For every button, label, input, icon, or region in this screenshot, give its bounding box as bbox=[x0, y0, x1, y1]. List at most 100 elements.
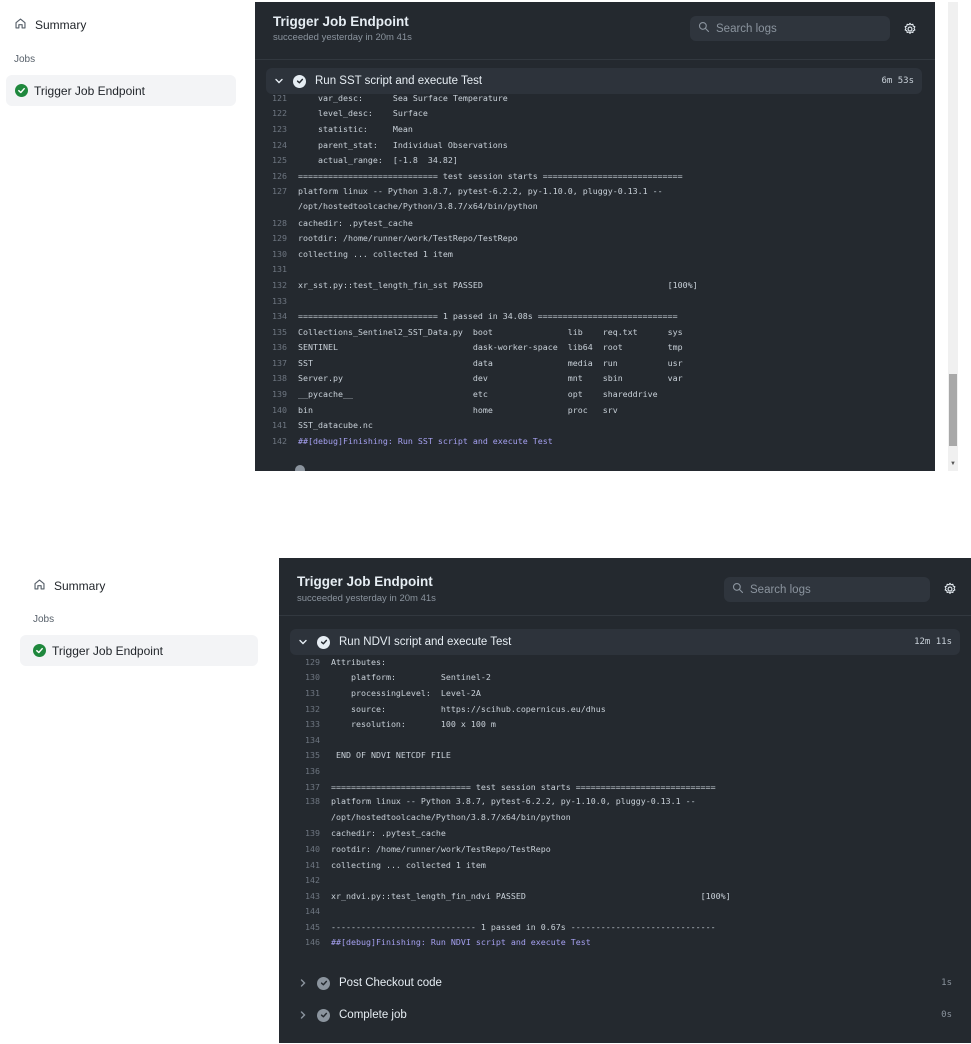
gear-icon[interactable] bbox=[943, 582, 957, 596]
line-number[interactable]: 131 bbox=[299, 688, 331, 698]
job-title: Trigger Job Endpoint bbox=[297, 574, 433, 589]
line-number[interactable]: 144 bbox=[299, 906, 331, 916]
log-line: 144 bbox=[299, 904, 949, 920]
search-logs-input[interactable]: Search logs bbox=[690, 16, 890, 41]
line-number[interactable]: 141 bbox=[299, 860, 331, 870]
line-number[interactable]: 133 bbox=[299, 719, 331, 729]
line-number[interactable]: 136 bbox=[266, 342, 298, 352]
next-step-partial bbox=[295, 465, 305, 471]
line-number[interactable]: 136 bbox=[299, 766, 331, 776]
line-number[interactable]: 135 bbox=[266, 327, 298, 337]
log-line: 131 processingLevel: Level-2A bbox=[299, 685, 949, 701]
search-placeholder: Search logs bbox=[716, 22, 777, 35]
line-text: rootdir: /home/runner/work/TestRepo/Test… bbox=[331, 843, 551, 854]
line-number[interactable]: 142 bbox=[299, 875, 331, 885]
line-text: ----------------------------- 1 passed i… bbox=[331, 921, 716, 932]
line-number[interactable]: 142 bbox=[266, 436, 298, 446]
line-number[interactable]: 143 bbox=[299, 891, 331, 901]
step-title: Complete job bbox=[339, 1009, 407, 1021]
line-number[interactable]: 130 bbox=[266, 249, 298, 259]
line-number[interactable]: 123 bbox=[266, 124, 298, 134]
log-line: 134 ============================ 1 passed… bbox=[266, 308, 916, 324]
line-text: bin home proc srv bbox=[298, 404, 618, 415]
line-text: resolution: 100 x 100 m bbox=[331, 719, 496, 730]
sidebar-job-item[interactable]: Trigger Job Endpoint bbox=[6, 75, 236, 106]
line-number[interactable]: 137 bbox=[299, 782, 331, 792]
log-line: 142 bbox=[299, 872, 949, 888]
line-number[interactable]: 132 bbox=[299, 704, 331, 714]
line-number[interactable]: 139 bbox=[299, 828, 331, 838]
line-number[interactable]: 140 bbox=[299, 844, 331, 854]
log-line: 133 resolution: 100 x 100 m bbox=[299, 716, 949, 732]
log-line: 143 xr_ndvi.py::test_length_fin_ndvi PASS… bbox=[299, 888, 949, 904]
step-success-icon bbox=[317, 635, 330, 649]
step-post-checkout[interactable]: Post Checkout code 1s bbox=[290, 970, 960, 996]
sidebar-summary-link[interactable]: Summary bbox=[14, 14, 236, 36]
line-text: Collections_Sentinel2_SST_Data.py boot l… bbox=[298, 326, 683, 337]
line-number[interactable]: 124 bbox=[266, 140, 298, 150]
log-line: 135 END OF NDVI NETCDF FILE bbox=[299, 748, 949, 764]
line-text: var_desc: Sea Surface Temperature bbox=[298, 92, 508, 103]
home-icon bbox=[33, 578, 46, 594]
page-scrollbar[interactable]: ▼ bbox=[948, 2, 958, 471]
line-number[interactable]: 130 bbox=[299, 672, 331, 682]
log-line: 145 ----------------------------- 1 passe… bbox=[299, 919, 949, 935]
job-label: Trigger Job Endpoint bbox=[34, 83, 145, 98]
jobs-heading: Jobs bbox=[33, 614, 55, 625]
gear-icon[interactable] bbox=[903, 22, 917, 36]
line-number[interactable]: 128 bbox=[266, 218, 298, 228]
line-text: source: https://scihub.copernicus.eu/dhu… bbox=[331, 703, 606, 714]
line-number[interactable]: 126 bbox=[266, 171, 298, 181]
search-logs-input[interactable]: Search logs bbox=[724, 577, 930, 602]
line-text: actual_range: [-1.8 34.82] bbox=[298, 155, 458, 166]
success-check-icon bbox=[15, 84, 28, 97]
line-number[interactable]: 125 bbox=[266, 155, 298, 165]
log-output: 129 Attributes: 130 platform: Sentinel-2 13… bbox=[299, 654, 949, 950]
line-text: Attributes: bbox=[331, 656, 386, 667]
line-number[interactable]: 137 bbox=[266, 358, 298, 368]
line-number[interactable]: 141 bbox=[266, 420, 298, 430]
line-number[interactable]: 145 bbox=[299, 922, 331, 932]
line-number[interactable]: 135 bbox=[299, 750, 331, 760]
log-line: 129 rootdir: /home/runner/work/TestRepo/T… bbox=[266, 230, 916, 246]
search-placeholder: Search logs bbox=[750, 583, 811, 596]
log-line: 129 Attributes: bbox=[299, 654, 949, 670]
log-line: 141 SST_datacube.nc bbox=[266, 417, 916, 433]
log-line: 126 ============================ test ses… bbox=[266, 168, 916, 184]
step-success-icon bbox=[317, 976, 330, 990]
line-number[interactable]: 132 bbox=[266, 280, 298, 290]
line-number[interactable]: 131 bbox=[266, 264, 298, 274]
chevron-right-icon bbox=[298, 978, 308, 988]
log-line: 124 parent_stat: Individual Observations bbox=[266, 137, 916, 153]
line-text: platform: Sentinel-2 bbox=[331, 672, 491, 683]
log-line: 137 SST data media run usr bbox=[266, 355, 916, 371]
line-number[interactable]: 134 bbox=[266, 311, 298, 321]
line-number[interactable]: 140 bbox=[266, 405, 298, 415]
log-line: 140 rootdir: /home/runner/work/TestRepo/T… bbox=[299, 841, 949, 857]
sidebar-summary-link[interactable]: Summary bbox=[33, 575, 258, 597]
step-header-expanded[interactable]: Run NDVI script and execute Test 12m 11s bbox=[290, 629, 960, 655]
line-number[interactable]: 138 bbox=[299, 794, 331, 810]
line-number[interactable]: 127 bbox=[266, 184, 298, 200]
line-text: ============================ test sessio… bbox=[331, 781, 716, 792]
scrollbar-thumb[interactable] bbox=[949, 374, 957, 446]
line-number[interactable]: 133 bbox=[266, 296, 298, 306]
line-number[interactable]: 134 bbox=[299, 735, 331, 745]
step-duration: 1s bbox=[941, 978, 952, 988]
summary-label: Summary bbox=[35, 18, 87, 32]
line-number[interactable]: 121 bbox=[266, 93, 298, 103]
line-number[interactable]: 146 bbox=[299, 937, 331, 947]
line-text: END OF NDVI NETCDF FILE bbox=[331, 750, 451, 761]
sidebar-job-item[interactable]: Trigger Job Endpoint bbox=[20, 635, 258, 666]
line-number[interactable]: 129 bbox=[266, 233, 298, 243]
line-number[interactable]: 129 bbox=[299, 657, 331, 667]
scroll-down-arrow[interactable]: ▼ bbox=[950, 461, 956, 467]
line-text: collecting ... collected 1 item bbox=[331, 859, 486, 870]
line-text: ============================ test sessio… bbox=[298, 170, 683, 181]
line-number[interactable]: 138 bbox=[266, 373, 298, 383]
step-complete-job[interactable]: Complete job 0s bbox=[290, 1002, 960, 1028]
log-line: 130 collecting ... collected 1 item bbox=[266, 246, 916, 262]
line-number[interactable]: 122 bbox=[266, 108, 298, 118]
line-number[interactable]: 139 bbox=[266, 389, 298, 399]
line-text: SST data media run usr bbox=[298, 357, 683, 368]
